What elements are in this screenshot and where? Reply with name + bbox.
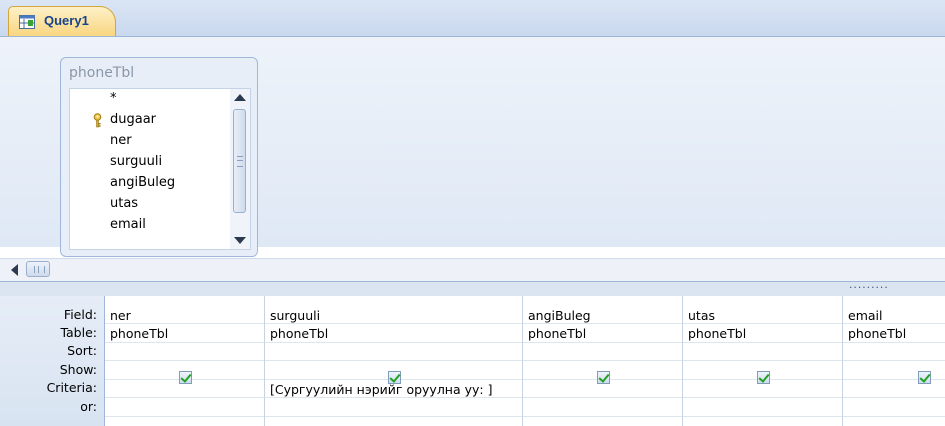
field-list-scrollbar[interactable] xyxy=(230,89,250,249)
tab-query1[interactable]: Query1 xyxy=(8,6,116,36)
field-item-all[interactable]: * xyxy=(70,89,230,109)
grip-icon xyxy=(34,266,45,273)
query-icon xyxy=(19,15,35,29)
field-cell[interactable]: ner xyxy=(105,308,264,323)
row-label-or: or: xyxy=(80,399,97,414)
scroll-left-icon[interactable] xyxy=(11,264,18,276)
splitter-grip-icon: ......... xyxy=(848,281,889,291)
row-label-show: Show: xyxy=(59,362,97,377)
criteria-cell[interactable]: [Сургуулийн нэрийг оруулна уу: ] xyxy=(265,382,522,397)
query-design-grid: Field: Table: Sort: Show: Criteria: or: … xyxy=(0,296,945,426)
field-list: * dugaar ner surguuli angiBuleg utas ema… xyxy=(69,88,251,250)
row-label-field: Field: xyxy=(63,307,97,322)
grid-column-email: email phoneTbl xyxy=(843,296,945,426)
field-item-utas[interactable]: utas xyxy=(70,194,230,214)
scroll-down-icon[interactable] xyxy=(234,237,246,244)
field-cell[interactable]: angiBuleg xyxy=(523,308,682,323)
table-cell[interactable]: phoneTbl xyxy=(105,326,264,341)
field-item-surguuli[interactable]: surguuli xyxy=(70,152,230,172)
hscroll-thumb[interactable] xyxy=(26,261,50,277)
grid-column-utas: utas phoneTbl xyxy=(683,296,843,426)
show-checkbox[interactable] xyxy=(597,371,610,384)
table-field-list-window[interactable]: phoneTbl * dugaar ner surguuli angiBuleg… xyxy=(60,57,258,257)
field-item-angibuleg[interactable]: angiBuleg xyxy=(70,173,230,193)
design-pane-hscrollbar[interactable] xyxy=(0,258,945,281)
table-cell[interactable]: phoneTbl xyxy=(683,326,842,341)
field-cell[interactable]: utas xyxy=(683,308,842,323)
field-item-ner[interactable]: ner xyxy=(70,131,230,151)
row-label-table: Table: xyxy=(60,325,97,340)
field-item-email[interactable]: email xyxy=(70,215,230,235)
row-label-sort: Sort: xyxy=(67,343,97,358)
row-labels: Field: Table: Sort: Show: Criteria: or: xyxy=(0,296,105,426)
field-item-dugaar[interactable]: dugaar xyxy=(70,110,230,130)
grid-column-surguuli: surguuli phoneTbl [Сургуулийн нэрийг ору… xyxy=(265,296,523,426)
grip-icon xyxy=(237,156,243,167)
show-checkbox[interactable] xyxy=(757,371,770,384)
primary-key-icon xyxy=(93,113,102,128)
row-label-criteria: Criteria: xyxy=(46,380,97,395)
scroll-up-icon[interactable] xyxy=(234,94,246,101)
table-cell[interactable]: phoneTbl xyxy=(523,326,682,341)
pane-splitter[interactable]: ......... xyxy=(0,281,945,297)
field-cell[interactable]: email xyxy=(843,308,945,323)
show-checkbox[interactable] xyxy=(918,371,931,384)
show-checkbox[interactable] xyxy=(179,371,192,384)
grid-column-ner: ner phoneTbl xyxy=(105,296,265,426)
table-cell[interactable]: phoneTbl xyxy=(265,326,522,341)
grid-column-angibuleg: angiBuleg phoneTbl xyxy=(523,296,683,426)
scroll-thumb[interactable] xyxy=(233,109,246,213)
field-cell[interactable]: surguuli xyxy=(265,308,522,323)
table-cell[interactable]: phoneTbl xyxy=(843,326,945,341)
table-window-title: phoneTbl xyxy=(69,65,135,81)
document-tab-bar: Query1 xyxy=(0,0,945,37)
table-design-pane: phoneTbl * dugaar ner surguuli angiBuleg… xyxy=(0,37,945,257)
tab-label: Query1 xyxy=(44,13,89,28)
